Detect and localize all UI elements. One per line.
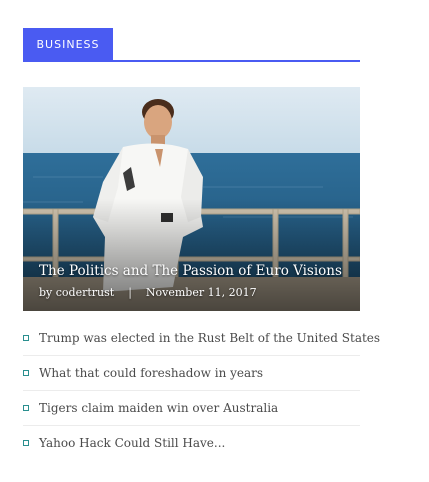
- featured-post[interactable]: The Politics and The Passion of Euro Vis…: [23, 87, 360, 311]
- bullet-square-icon: [23, 335, 29, 341]
- post-title[interactable]: Tigers claim maiden win over Australia: [39, 401, 278, 415]
- bullet-square-icon: [23, 440, 29, 446]
- post-title[interactable]: Yahoo Hack Could Still Have...: [39, 436, 225, 450]
- bullet-square-icon: [23, 370, 29, 376]
- post-list: Trump was elected in the Rust Belt of th…: [23, 321, 380, 460]
- featured-title[interactable]: The Politics and The Passion of Euro Vis…: [39, 262, 350, 280]
- post-title[interactable]: What that could foreshadow in years: [39, 366, 263, 380]
- post-title[interactable]: Trump was elected in the Rust Belt of th…: [39, 331, 380, 345]
- author-link[interactable]: by codertrust: [39, 286, 114, 299]
- section-title[interactable]: BUSINESS: [23, 28, 113, 60]
- list-item[interactable]: Yahoo Hack Could Still Have...: [23, 426, 360, 460]
- bullet-square-icon: [23, 405, 29, 411]
- meta-separator: |: [128, 286, 132, 299]
- list-item[interactable]: Tigers claim maiden win over Australia: [23, 391, 360, 426]
- section-header: BUSINESS: [23, 28, 360, 62]
- list-item[interactable]: What that could foreshadow in years: [23, 356, 360, 391]
- list-item[interactable]: Trump was elected in the Rust Belt of th…: [23, 321, 380, 356]
- business-widget: BUSINESS The Politics and The Passion of…: [23, 28, 380, 450]
- featured-caption: The Politics and The Passion of Euro Vis…: [39, 262, 350, 299]
- post-date[interactable]: November 11, 2017: [146, 286, 257, 299]
- featured-meta: by codertrust | November 11, 2017: [39, 286, 350, 299]
